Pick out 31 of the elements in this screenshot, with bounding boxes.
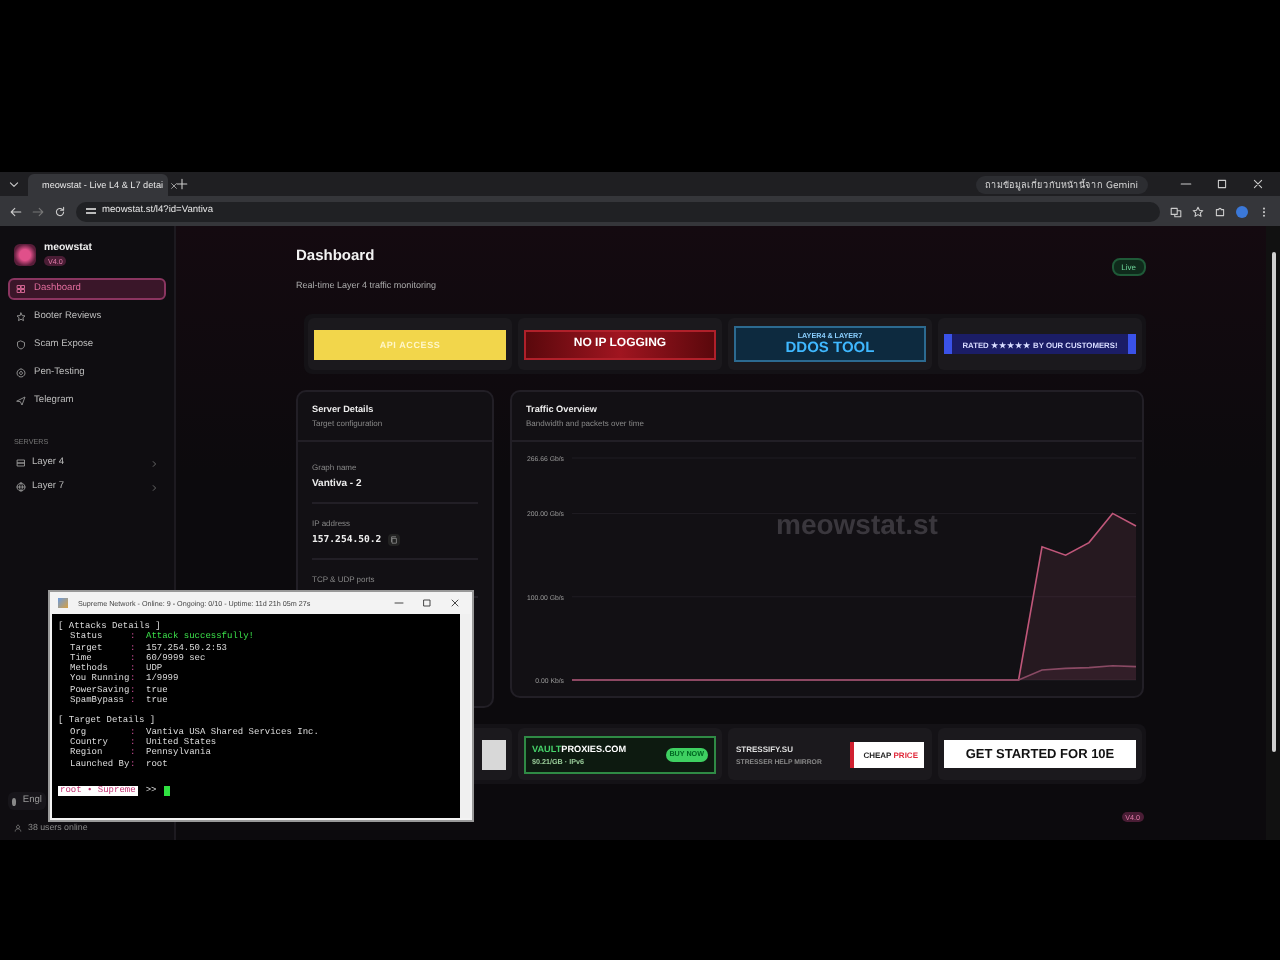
globe-icon [16,482,26,492]
tab-list-icon[interactable] [8,178,20,190]
terminal-window[interactable] [48,590,474,822]
profile-avatar-icon[interactable] [1236,205,1248,217]
back-icon[interactable] [10,205,22,217]
cat-logo-icon [14,243,36,265]
minimize-icon[interactable] [1180,178,1192,190]
more-icon[interactable] [1258,205,1270,217]
scrollbar[interactable] [460,614,470,818]
shield-icon [16,340,26,350]
maximize-icon[interactable] [422,598,432,608]
scrollbar[interactable] [1266,226,1280,840]
copy-icon[interactable] [387,534,400,546]
star-icon[interactable] [1192,205,1204,217]
send-icon [16,396,26,406]
close-tab-icon[interactable] [169,181,178,189]
text-cursor [164,786,171,796]
star-icon [16,312,26,322]
new-tab-icon[interactable] [176,178,188,190]
site-info-icon[interactable] [86,208,96,214]
ad-banner[interactable] [482,739,506,769]
forward-icon[interactable] [32,205,44,217]
user-icon [14,823,22,831]
translate-icon[interactable] [1170,205,1182,217]
target-icon [16,368,26,378]
reload-icon[interactable] [54,205,66,217]
terminal-app-icon [58,598,68,608]
server-icon [16,458,26,468]
extension-icon[interactable] [1214,205,1226,217]
grid-icon [16,284,26,294]
close-icon[interactable] [450,598,460,608]
